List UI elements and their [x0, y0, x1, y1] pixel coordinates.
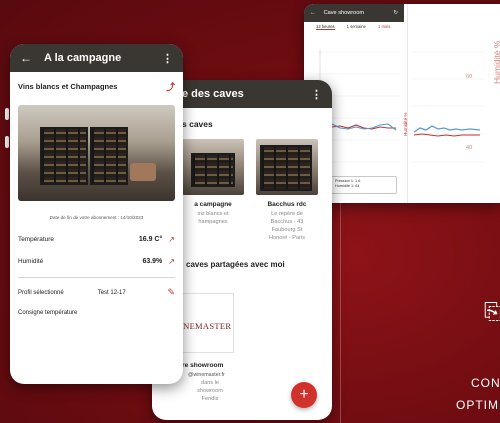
side-caption-line1: CON [471, 376, 500, 390]
cellar-card-a-la-campagne[interactable]: a campagne ins blancs et hampagnes [182, 139, 244, 242]
cellar-description: Le repère de Bacchus - 43 Faubourg St Ho… [268, 211, 306, 241]
humidity-row[interactable]: Humidité 63.9% ↗ [10, 250, 183, 272]
cellar-description: ins blancs et hampagnes [197, 211, 229, 225]
y-tick-label: 40 [466, 145, 473, 151]
back-arrow-icon[interactable]: ← [20, 51, 32, 65]
humidity-label: Humidité [18, 257, 44, 265]
selected-profile-row[interactable]: Profil sélectionné Test 12-17 ✎ [10, 283, 183, 302]
temperature-value: 16.9 C° [138, 235, 163, 243]
share-icon[interactable]: ⤴ [166, 80, 175, 93]
cellar-thumbnail [182, 139, 244, 195]
humidity-value: 63.9% [142, 257, 163, 265]
shared-cellar-name: re showroom [182, 362, 224, 369]
chart-tooltip: Pression 1: 1.6 Humidité 1: 64 [331, 176, 397, 194]
cellar-name: Bacchus rdc [267, 201, 307, 208]
wine-cabinet-image [191, 153, 235, 187]
chart-gridlines [316, 51, 484, 163]
profile-label: Profil sélectionné [18, 289, 64, 296]
winemaster-logo: INEMASTER [180, 321, 232, 331]
y-axis-title: Humidité % [492, 41, 500, 84]
shared-cellar-email: @winemaster.fr [188, 372, 225, 378]
wine-cabinet-image [90, 127, 128, 185]
armchair-image [130, 163, 156, 181]
cellar-thumbnail [256, 139, 318, 195]
phone-side-button [5, 136, 9, 148]
humidity-chart [315, 49, 484, 169]
profile-value: Test 12-17 [97, 289, 126, 296]
divider [18, 277, 175, 278]
cellar-subtitle: Vins blancs et Champagnes [18, 82, 118, 91]
cellar-detail-app-bar: ← A la campagne ⋮ [10, 44, 183, 72]
edit-pencil-icon[interactable]: ✎ [167, 287, 175, 298]
shared-cellar-description: dans le showroom Fendis [197, 380, 223, 402]
cellar-card-bacchus[interactable]: Bacchus rdc Le repère de Bacchus - 43 Fa… [256, 139, 318, 242]
y-tick-label: 60 [466, 74, 473, 80]
y-axis-title-small: Humidité % [403, 112, 408, 137]
wine-cabinet-image [260, 145, 312, 191]
humidity-series-line-zoom [413, 125, 481, 133]
chart-phone-screen: ← Cave showroom ↻ 12 heures 1 semaine 1 … [304, 4, 500, 203]
temperature-row[interactable]: Température 16.9 C° ↗ [10, 228, 183, 250]
cellar-detail-title: A la campagne [44, 52, 122, 64]
cellar-detail-phone-screen: ← A la campagne ⋮ Vins blancs et Champag… [10, 44, 183, 384]
setpoint-label: Consigne température [18, 310, 78, 316]
side-caption-line2: OPTIM [456, 398, 499, 412]
cellar-outline-icon: ⎘ [484, 299, 500, 324]
cellar-list-title: e des caves [182, 88, 244, 100]
more-vert-icon[interactable]: ⋮ [162, 52, 173, 65]
cellar-photo [18, 105, 175, 201]
chart-divider [407, 4, 408, 203]
trend-chart-icon[interactable]: ↗ [168, 235, 175, 244]
add-cellar-button[interactable]: + [291, 382, 317, 408]
temperature-label: Température [18, 235, 54, 243]
trend-chart-icon[interactable]: ↗ [168, 257, 175, 266]
phone-side-button [5, 108, 9, 120]
cellar-name: a campagne [194, 201, 232, 208]
background-divider-vertical [340, 200, 341, 423]
more-vert-icon[interactable]: ⋮ [311, 88, 322, 101]
cellar-subtitle-row: Vins blancs et Champagnes ⤴ [10, 72, 183, 93]
wine-cabinet-image [40, 127, 88, 185]
tooltip-line: Humidité 1: 64 [335, 184, 360, 188]
